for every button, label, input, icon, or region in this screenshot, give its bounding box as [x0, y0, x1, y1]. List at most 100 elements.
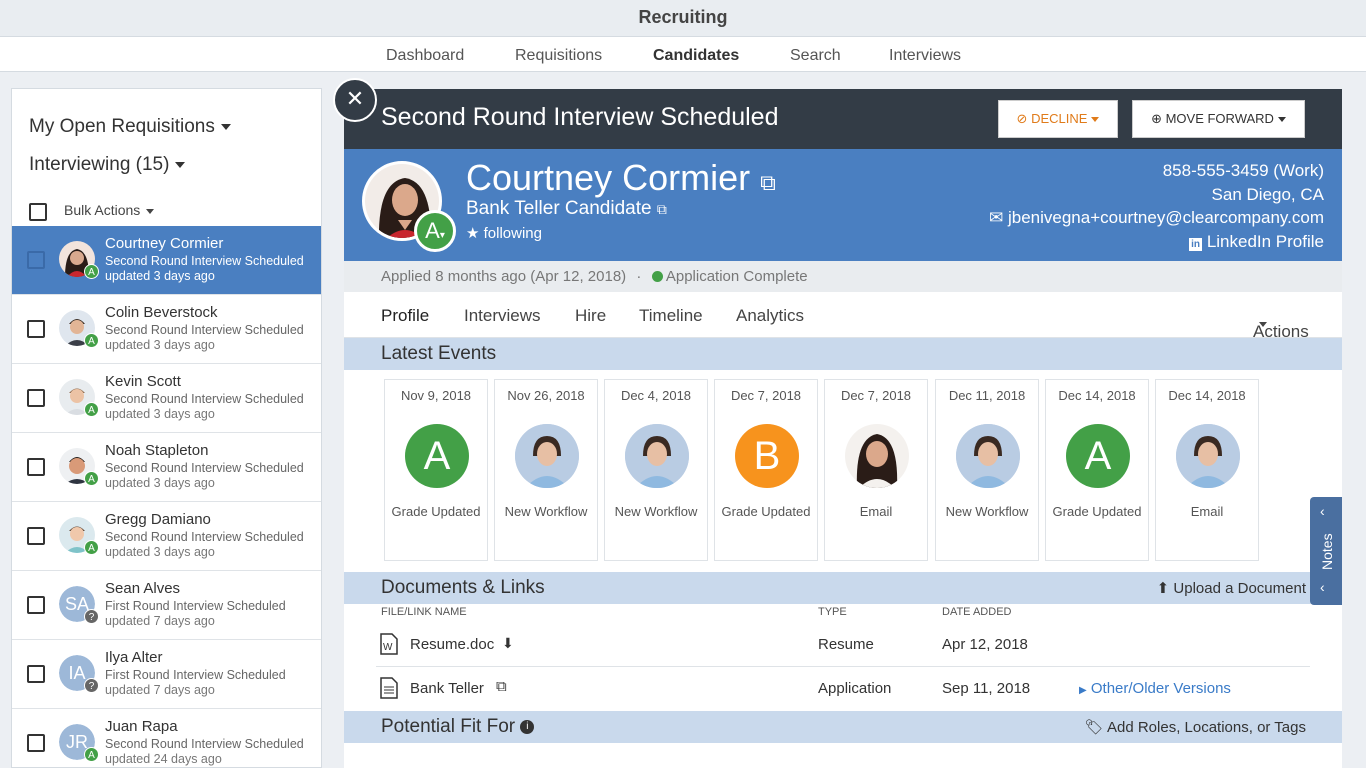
candidate-checkbox[interactable] — [27, 320, 45, 338]
event-card[interactable]: Dec 7, 2018 Email — [824, 379, 928, 561]
grade-badge: ? — [84, 678, 99, 693]
nav-requisitions[interactable]: Requisitions — [515, 37, 602, 75]
candidate-row[interactable]: A Gregg Damiano Second Round Interview S… — [12, 502, 321, 571]
tab-profile[interactable]: Profile — [381, 306, 429, 326]
candidate-checkbox[interactable] — [27, 458, 45, 476]
select-all-checkbox[interactable] — [29, 203, 47, 221]
candidate-name: Courtney Cormier — [466, 157, 751, 198]
linkedin-link[interactable]: in LinkedIn Profile — [1189, 232, 1324, 252]
add-tags-button[interactable]: 🏷 Add Roles, Locations, or Tags — [1085, 718, 1306, 736]
candidate-checkbox[interactable] — [27, 734, 45, 752]
grade-dropdown[interactable]: A▾ — [414, 210, 456, 252]
candidate-name: Noah Stapleton — [105, 442, 209, 459]
user-avatar-icon — [956, 424, 1020, 488]
event-card[interactable]: Dec 7, 2018 B Grade Updated — [714, 379, 818, 561]
potential-fit-header: Potential Fit For i 🏷 Add Roles, Locatio… — [344, 711, 1342, 743]
event-label: Email — [1190, 504, 1224, 519]
candidate-row[interactable]: A Colin Beverstock Second Round Intervie… — [12, 295, 321, 364]
document-row[interactable]: Bank Teller ⧉ Application Sep 11, 2018 ▶… — [376, 667, 1310, 711]
candidate-name: Colin Beverstock — [105, 304, 218, 321]
candidate-row[interactable]: A Kevin Scott Second Round Interview Sch… — [12, 364, 321, 433]
nav-candidates[interactable]: Candidates — [653, 37, 739, 75]
candidate-role-link[interactable]: Bank Teller Candidate ⧉ — [466, 198, 667, 220]
follow-toggle[interactable]: ★ following — [466, 224, 542, 242]
document-date: Apr 12, 2018 — [942, 636, 1028, 653]
candidate-updated: updated 3 days ago — [105, 407, 215, 421]
other-versions-link[interactable]: ▶ Other/Older Versions — [1079, 680, 1231, 697]
ban-icon: ⊘ — [1016, 111, 1028, 126]
download-icon[interactable]: ⬇ — [502, 635, 514, 652]
candidate-row[interactable]: IA ? Ilya Alter First Round Interview Sc… — [12, 640, 321, 709]
candidate-row[interactable]: SA ? Sean Alves First Round Interview Sc… — [12, 571, 321, 640]
candidate-checkbox[interactable] — [27, 389, 45, 407]
document-name[interactable]: Bank Teller — [410, 680, 484, 697]
nav-dashboard[interactable]: Dashboard — [386, 37, 464, 75]
tab-hire[interactable]: Hire — [575, 306, 606, 326]
candidate-email[interactable]: ✉ jbenivegna+courtney@clearcompany.com — [989, 208, 1324, 228]
candidate-checkbox[interactable] — [27, 251, 45, 269]
upload-document-button[interactable]: ⬆ Upload a Document — [1157, 579, 1306, 597]
col-date-added: DATE ADDED — [942, 606, 1012, 618]
user-avatar-icon — [1176, 424, 1240, 488]
stage-header: Second Round Interview Scheduled ⊘ DECLI… — [344, 89, 1342, 149]
candidate-checkbox[interactable] — [27, 527, 45, 545]
candidate-name-link[interactable]: Courtney Cormier ⧉ — [466, 157, 776, 199]
candidate-updated: updated 3 days ago — [105, 338, 215, 352]
event-label: New Workflow — [504, 504, 588, 519]
candidate-checkbox[interactable] — [27, 665, 45, 683]
event-label: Grade Updated — [391, 504, 481, 519]
tag-icon: 🏷 — [1084, 719, 1104, 736]
candidate-row[interactable]: JR A Juan Rapa Second Round Interview Sc… — [12, 709, 321, 767]
candidate-detail-panel: Second Round Interview Scheduled ⊘ DECLI… — [344, 89, 1342, 768]
nav-interviews[interactable]: Interviews — [889, 37, 961, 75]
applied-date: Applied 8 months ago (Apr 12, 2018) — [381, 268, 627, 285]
grade-a-icon: A — [405, 424, 469, 488]
close-icon[interactable]: ✕ — [333, 78, 377, 122]
event-card[interactable]: Dec 14, 2018 A Grade Updated — [1045, 379, 1149, 561]
info-icon[interactable]: i — [520, 720, 535, 734]
potential-fit-title: Potential Fit For — [381, 716, 516, 737]
event-card[interactable]: Dec 14, 2018 Email — [1155, 379, 1259, 561]
candidate-row[interactable]: A Courtney Cormier Second Round Intervie… — [12, 226, 321, 295]
candidate-status: Second Round Interview Scheduled — [105, 392, 304, 406]
candidate-checkbox[interactable] — [27, 596, 45, 614]
event-date: Dec 4, 2018 — [620, 388, 692, 403]
event-label: New Workflow — [945, 504, 1029, 519]
candidate-row[interactable]: A Noah Stapleton Second Round Interview … — [12, 433, 321, 502]
svg-text:W: W — [383, 642, 393, 653]
grade-badge: ? — [84, 609, 99, 624]
nav-search[interactable]: Search — [790, 37, 841, 75]
document-date: Sep 11, 2018 — [942, 680, 1031, 697]
candidate-updated: updated 3 days ago — [105, 269, 215, 283]
event-card[interactable]: Dec 11, 2018 New Workflow — [935, 379, 1039, 561]
candidate-phone: 858-555-3459 (Work) — [1162, 161, 1324, 180]
document-type: Application — [818, 680, 892, 697]
decline-button[interactable]: ⊘ DECLINE — [998, 100, 1118, 138]
move-forward-button[interactable]: ⊕ MOVE FORWARD — [1132, 100, 1305, 138]
event-card[interactable]: Nov 26, 2018 New Workflow — [494, 379, 598, 561]
event-date: Dec 7, 2018 — [840, 388, 912, 403]
notes-tab[interactable]: ‹ Notes ‹ — [1310, 497, 1342, 605]
tab-analytics[interactable]: Analytics — [736, 306, 804, 326]
event-label: Grade Updated — [721, 504, 811, 519]
filter-dropdown-label: Interviewing (15) — [29, 154, 170, 175]
external-link-icon[interactable]: ⧉ — [496, 678, 507, 695]
email-link[interactable]: jbenivegna+courtney@clearcompany.com — [1008, 208, 1324, 227]
event-card[interactable]: Nov 9, 2018 A Grade Updated — [384, 379, 488, 561]
following-label: following — [483, 225, 542, 242]
bulk-actions-dropdown[interactable]: Bulk Actions — [64, 202, 155, 218]
document-name[interactable]: Resume.doc — [410, 636, 494, 653]
tab-timeline[interactable]: Timeline — [639, 306, 703, 326]
linkedin-label: LinkedIn Profile — [1206, 232, 1324, 251]
documents-header: Documents & Links ⬆ Upload a Document — [344, 572, 1342, 604]
filter-dropdown[interactable]: Interviewing (15) — [29, 154, 186, 176]
main-nav: Dashboard Requisitions Candidates Search… — [0, 36, 1366, 72]
tab-interviews[interactable]: Interviews — [464, 306, 541, 326]
external-link-icon: ⧉ — [656, 201, 667, 217]
section-title: Documents & Links — [381, 577, 545, 598]
chevron-left-icon: ‹ — [1320, 579, 1325, 595]
document-row[interactable]: W Resume.doc ⬇ Resume Apr 12, 2018 — [376, 623, 1310, 667]
requisitions-dropdown[interactable]: My Open Requisitions — [29, 116, 231, 138]
event-date: Dec 14, 2018 — [1168, 388, 1246, 403]
event-card[interactable]: Dec 4, 2018 New Workflow — [604, 379, 708, 561]
